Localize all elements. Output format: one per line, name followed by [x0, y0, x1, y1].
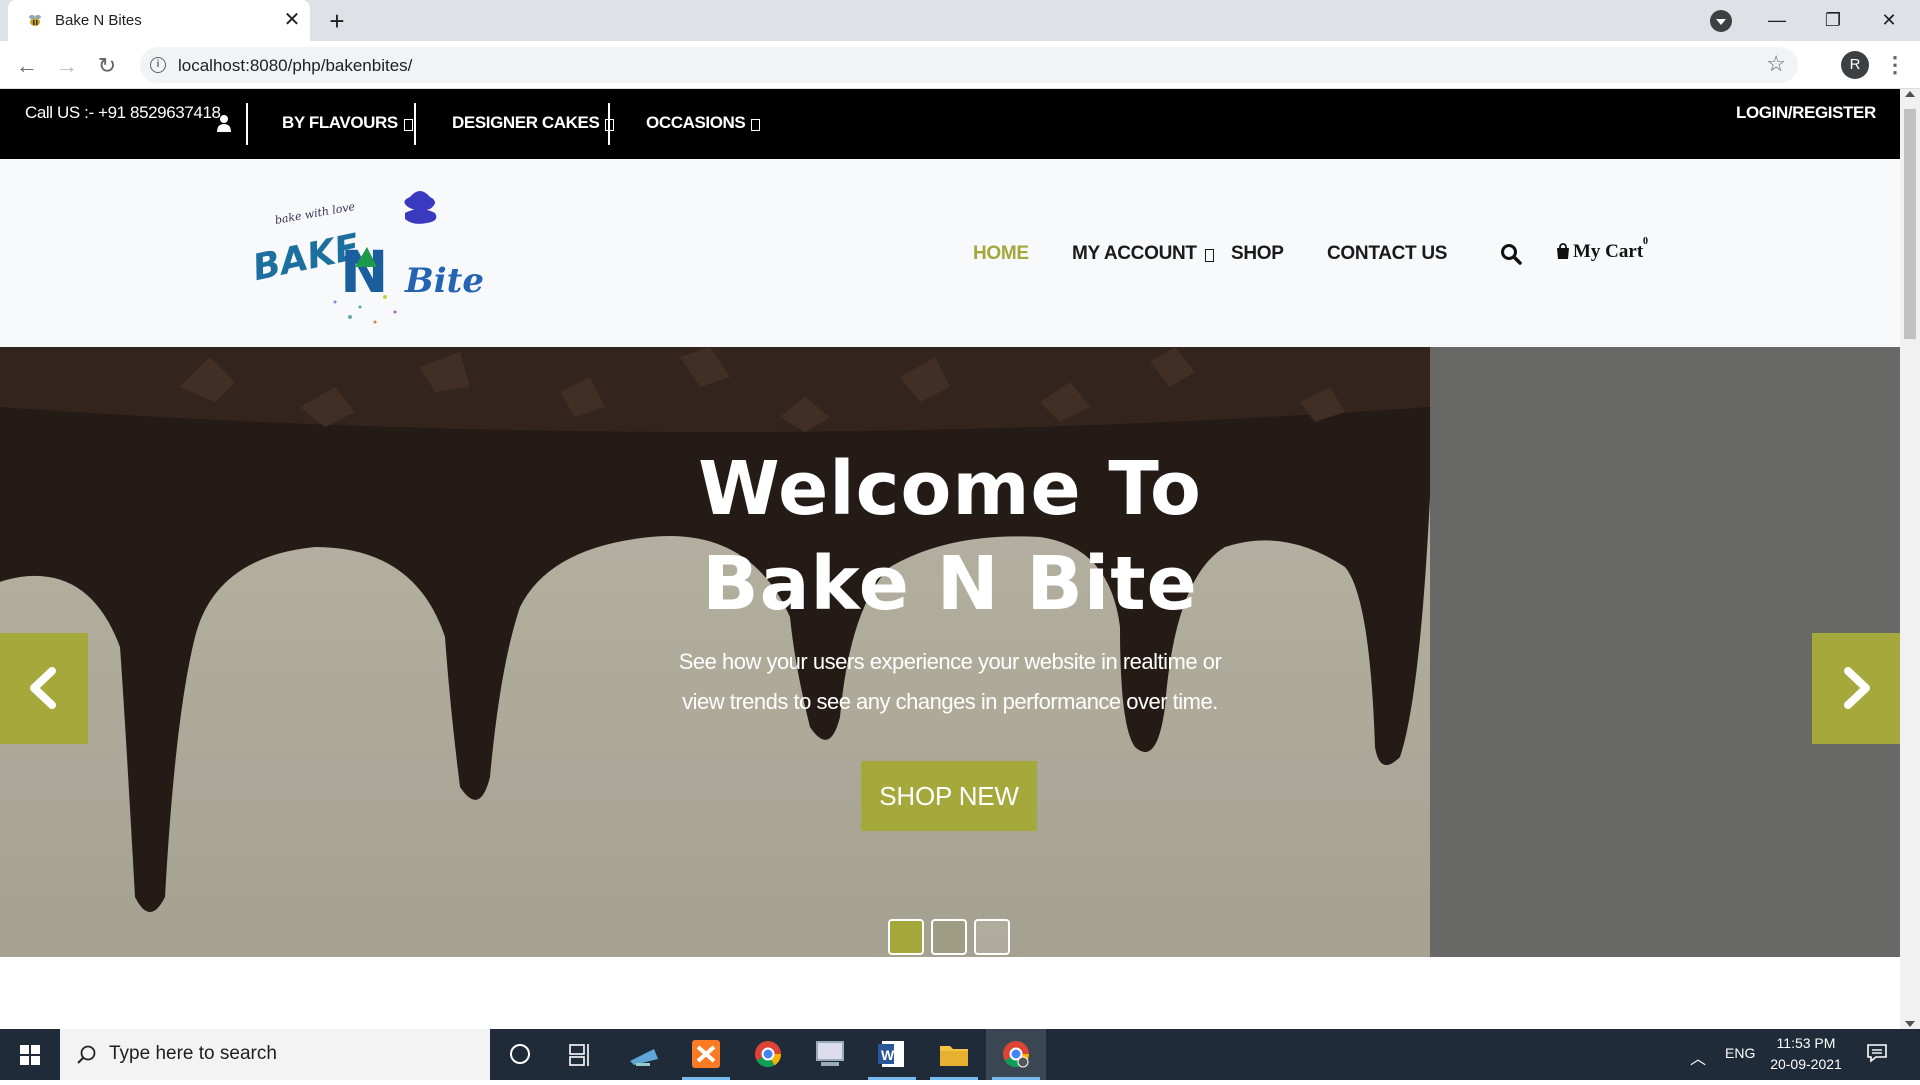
bookmark-star-icon[interactable]: ☆ [1766, 51, 1786, 77]
menu-by-flavours[interactable]: BY FLAVOURS [282, 113, 413, 133]
url-text: localhost:8080/php/bakenbites/ [178, 56, 413, 75]
file-explorer-icon[interactable] [924, 1029, 984, 1080]
divider [414, 103, 416, 145]
svg-text:W: W [881, 1047, 895, 1063]
divider [608, 103, 610, 145]
cart-label: My Cart [1573, 241, 1644, 262]
login-register-link[interactable]: LOGIN/REGISTER [1736, 103, 1876, 123]
divider [246, 103, 248, 145]
tab-title: Bake N Bites [55, 12, 142, 29]
windows-logo-icon [20, 1045, 40, 1065]
logo-tagline: bake with love [274, 200, 357, 227]
nav-home[interactable]: HOME [973, 243, 1029, 265]
minimize-icon[interactable]: — [1754, 4, 1800, 36]
tray-clock[interactable]: 11:53 PM 20-09-2021 [1752, 1033, 1860, 1075]
task-view-icon[interactable] [550, 1029, 610, 1080]
hero-title: Welcome To Bake N Bite [0, 442, 1900, 632]
shop-new-button[interactable]: SHOP NEW [861, 761, 1037, 831]
logo-word-n: N [340, 238, 389, 306]
new-tab-icon[interactable]: + [323, 8, 351, 36]
clock-date: 20-09-2021 [1770, 1056, 1842, 1072]
carousel-indicator-1[interactable] [888, 919, 924, 955]
chevron-left-icon [30, 667, 56, 709]
scroll-up-icon[interactable] [1905, 91, 1915, 97]
logo-word-bite: Bite [404, 261, 484, 301]
browser-toolbar: ← → ↻ i localhost:8080/php/bakenbites/ ☆… [0, 41, 1920, 89]
browser-tab[interactable]: Bake N Bites ✕ [8, 0, 310, 41]
taskbar-search-placeholder: Type here to search [109, 1043, 277, 1064]
page-scrollbar[interactable] [1900, 89, 1920, 1029]
site-info-icon[interactable]: i [150, 57, 166, 73]
bee-favicon-icon [29, 15, 41, 26]
menu-designer-cakes[interactable]: DESIGNER CAKES [452, 113, 615, 133]
window-close-icon[interactable]: ✕ [1866, 4, 1912, 36]
scroll-down-icon[interactable] [1905, 1021, 1915, 1027]
hero-title-line-1: Welcome To [698, 446, 1202, 532]
input-language[interactable]: ENG [1725, 1045, 1755, 1061]
restore-icon[interactable]: ❐ [1810, 4, 1856, 36]
remote-desktop-icon[interactable] [800, 1029, 860, 1080]
xampp-icon[interactable] [676, 1029, 736, 1080]
tray-expand-icon[interactable]: ︿ [1690, 1045, 1706, 1069]
browser-menu-icon[interactable]: ⋮ [1884, 51, 1906, 81]
carousel-next-button[interactable] [1812, 633, 1900, 744]
hero-subtitle: See how your users experience your websi… [678, 649, 1222, 714]
carousel-indicator-2[interactable] [931, 919, 967, 955]
caret-icon [751, 119, 761, 131]
network-app-icon[interactable] [614, 1029, 674, 1080]
clock-time: 11:53 PM [1776, 1035, 1836, 1051]
windows-start-button[interactable] [0, 1029, 60, 1080]
cart-count-badge: 0 [1643, 236, 1648, 247]
forward-icon[interactable]: → [52, 51, 82, 81]
hero-title-line-2: Bake N Bite [702, 541, 1198, 627]
scroll-thumb[interactable] [1904, 109, 1916, 339]
tab-search-icon[interactable] [1710, 10, 1732, 32]
browser-tab-strip: Bake N Bites ✕ + — ❐ ✕ [0, 0, 1920, 41]
back-icon[interactable]: ← [12, 51, 42, 81]
nav-contact-us[interactable]: CONTACT US [1327, 243, 1447, 265]
shopping-bag-icon [1557, 243, 1569, 259]
caret-icon [403, 119, 413, 131]
search-icon [77, 1045, 96, 1064]
search-icon[interactable] [1500, 243, 1522, 265]
nav-shop[interactable]: SHOP [1231, 243, 1284, 265]
address-bar[interactable]: i localhost:8080/php/bakenbites/ ☆ [140, 47, 1798, 83]
windows-taskbar: Type here to search W ︿ ENG 11:53 PM 20-… [0, 1029, 1920, 1080]
menu-label: OCCASIONS [646, 113, 746, 132]
chrome-icon[interactable] [738, 1029, 798, 1080]
hero-carousel: Welcome To Bake N Bite See how your user… [0, 347, 1900, 957]
profile-avatar[interactable]: R [1841, 51, 1869, 79]
caret-icon [1204, 249, 1214, 262]
carousel-prev-button[interactable] [0, 633, 88, 744]
menu-label: DESIGNER CAKES [452, 113, 600, 132]
chevron-right-icon [1844, 667, 1870, 709]
page-viewport: Call US :- +91 8529637418 BY FLAVOURS DE… [0, 89, 1900, 1029]
tab-close-icon[interactable]: ✕ [280, 8, 304, 32]
nav-my-account[interactable]: MY ACCOUNT [1072, 243, 1214, 265]
cortana-icon[interactable] [490, 1029, 550, 1080]
top-bar: Call US :- +91 8529637418 BY FLAVOURS DE… [0, 89, 1900, 159]
bake-n-bite-logo[interactable]: bake with love BAKE N Bite [255, 177, 505, 332]
call-us-text: Call US :- +91 8529637418 [25, 103, 221, 122]
site-header: bake with love BAKE N Bite HOME MY ACCOU… [0, 159, 1900, 347]
menu-occasions[interactable]: OCCASIONS [646, 113, 761, 133]
nav-label: MY ACCOUNT [1072, 243, 1197, 264]
user-icon[interactable] [216, 114, 232, 132]
reload-icon[interactable]: ↻ [92, 51, 122, 81]
taskbar-search-box[interactable]: Type here to search [60, 1029, 490, 1080]
chrome-active-icon[interactable] [986, 1029, 1046, 1080]
menu-label: BY FLAVOURS [282, 113, 398, 132]
notification-icon[interactable] [1866, 1043, 1888, 1063]
carousel-indicator-3[interactable] [974, 919, 1010, 955]
word-icon[interactable]: W [862, 1029, 922, 1080]
cart-link[interactable]: My Cart [1555, 241, 1643, 263]
